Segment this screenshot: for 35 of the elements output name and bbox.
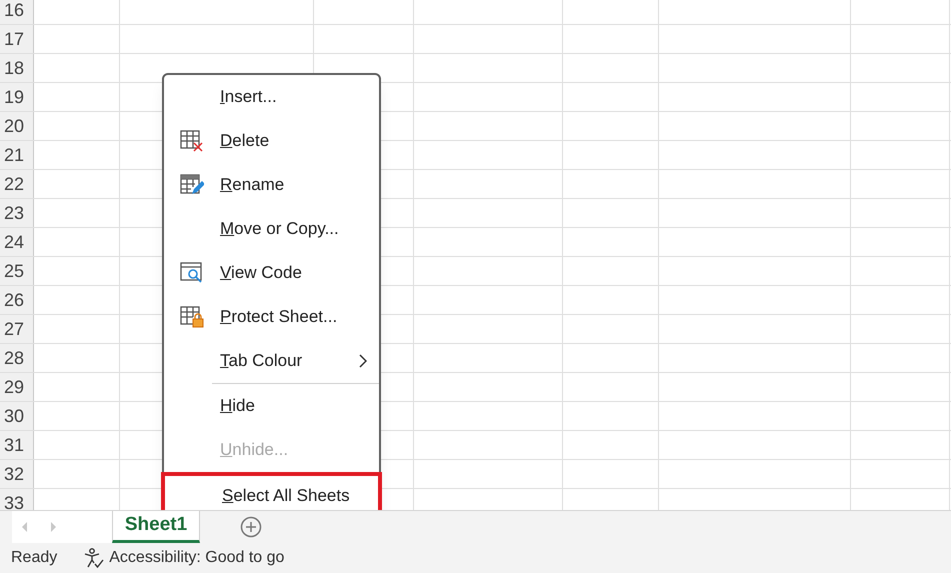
row-number[interactable]: 29 [0, 373, 34, 401]
row-number[interactable]: 23 [0, 199, 34, 227]
row-number[interactable]: 21 [0, 141, 34, 169]
table-delete-icon [180, 130, 204, 152]
table-lock-icon [180, 306, 204, 328]
accessibility-icon[interactable] [83, 547, 106, 569]
menu-item[interactable]: Move or Copy... [164, 207, 379, 251]
row-number[interactable]: 31 [0, 431, 34, 459]
row-number[interactable]: 27 [0, 315, 34, 343]
row-number[interactable]: 18 [0, 54, 34, 82]
menu-item[interactable]: Protect Sheet... [164, 295, 379, 339]
row-number[interactable]: 19 [0, 83, 34, 111]
row-number[interactable]: 24 [0, 228, 34, 256]
sheet-tab[interactable]: Sheet1 [112, 511, 200, 543]
menu-item[interactable]: Rename [164, 163, 379, 207]
row-number[interactable]: 30 [0, 402, 34, 430]
row-number[interactable]: 26 [0, 286, 34, 314]
menu-item[interactable]: Insert... [164, 75, 379, 119]
row-number[interactable]: 16 [0, 0, 34, 24]
accessibility-status[interactable]: Accessibility: Good to go [109, 546, 284, 570]
row-number[interactable]: 32 [0, 460, 34, 488]
menu-item[interactable]: Tab Colour [164, 339, 379, 383]
menu-item[interactable]: Hide [164, 384, 379, 428]
menu-item[interactable]: Delete [164, 119, 379, 163]
table-pencil-icon [180, 174, 204, 196]
row-number[interactable]: 28 [0, 344, 34, 372]
row-number[interactable]: 20 [0, 112, 34, 140]
menu-item[interactable]: View Code [164, 251, 379, 295]
window-magnifier-icon [180, 262, 204, 284]
row-number[interactable]: 17 [0, 25, 34, 53]
status-text: Ready [11, 548, 58, 568]
row-number[interactable]: 33 [0, 489, 34, 510]
add-sheet-icon[interactable] [240, 516, 262, 538]
row-number[interactable]: 25 [0, 257, 34, 285]
row-number[interactable]: 22 [0, 170, 34, 198]
